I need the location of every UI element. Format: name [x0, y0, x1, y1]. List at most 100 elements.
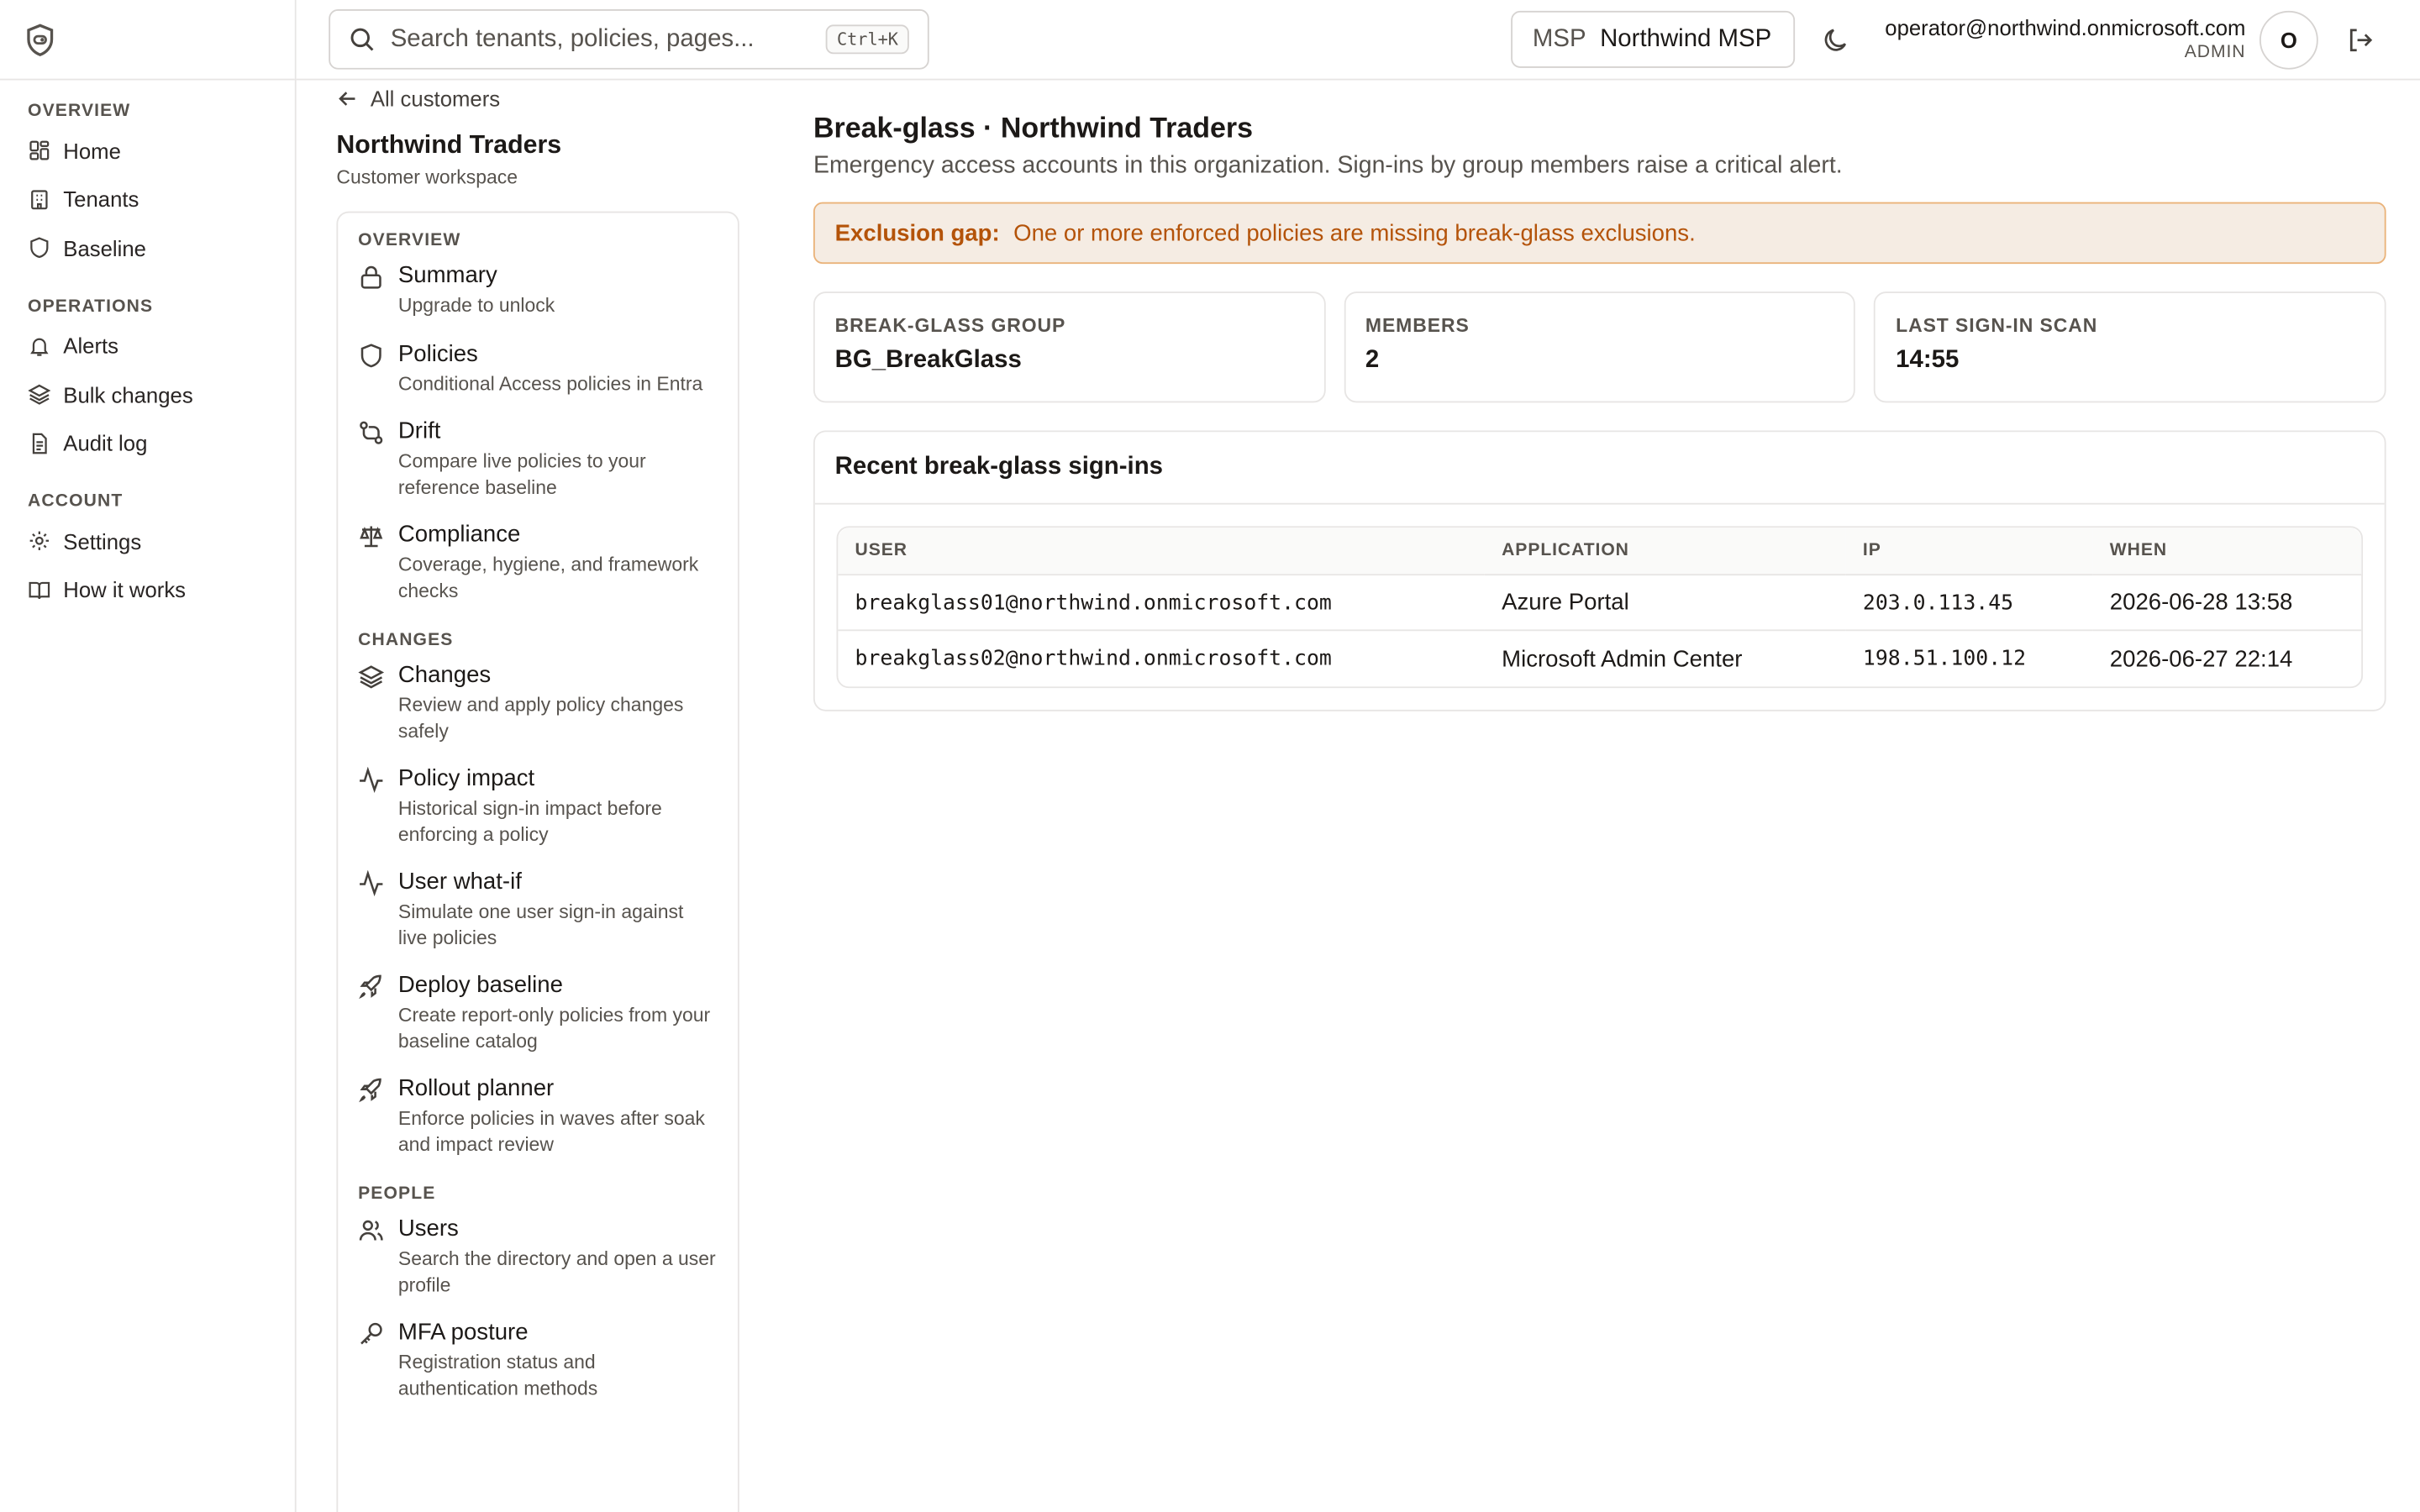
- subnav-item-changes[interactable]: Changes Review and apply policy changes …: [338, 662, 738, 743]
- stat-label: LAST SIGN-IN SCAN: [1896, 314, 2098, 337]
- sidebar-item-bulk-changes[interactable]: Bulk changes: [15, 370, 279, 419]
- sidebar-item-settings[interactable]: Settings: [15, 517, 279, 565]
- msp-name: Northwind MSP: [1600, 25, 1772, 52]
- sidebar-section-title: OVERVIEW: [28, 102, 131, 121]
- search-box[interactable]: Ctrl+K: [329, 9, 929, 70]
- back-label: All customers: [370, 86, 501, 112]
- moon-icon[interactable]: [1821, 24, 1852, 55]
- subnav-item-desc: Simulate one user sign-in against live p…: [397, 900, 684, 948]
- sidebar-item-label: Bulk changes: [63, 382, 193, 407]
- msp-label: MSP: [1532, 25, 1586, 52]
- sidebar-item-label: Baseline: [63, 235, 146, 260]
- stat-label: BREAK-GLASS GROUP: [834, 314, 1066, 337]
- shield-icon: [360, 343, 381, 367]
- subnav-item-title: Policies: [397, 339, 478, 367]
- sidebar-item-label: Home: [63, 138, 121, 164]
- subnav-item-drift[interactable]: Drift Compare live policies to your refe…: [338, 418, 738, 500]
- subnav-item-summary[interactable]: Summary Upgrade to unlock: [338, 262, 738, 318]
- cell-when: 2026-06-27 22:14: [2109, 645, 2293, 672]
- table-header-row: USER APPLICATION IP WHEN: [838, 528, 2362, 576]
- subnav-section-title: OVERVIEW: [358, 231, 461, 250]
- stat-card-last-scan: LAST SIGN-IN SCAN 14:55: [1874, 291, 2386, 403]
- search-shortcut-hint: Ctrl+K: [826, 24, 909, 55]
- back-to-customers-link[interactable]: All customers: [336, 87, 500, 111]
- stat-value: 14:55: [1896, 347, 1960, 374]
- subnav-item-desc: Registration status and authentication m…: [397, 1351, 598, 1399]
- subnav-item-desc: Conditional Access policies in Entra: [397, 372, 703, 395]
- sidebar-item-home[interactable]: Home: [15, 127, 279, 176]
- signins-table: USER APPLICATION IP WHEN breakglass01@no…: [836, 526, 2364, 689]
- customer-subnav: OVERVIEW Summary Upgrade to unlock Polic…: [336, 211, 739, 1512]
- sidebar-item-alerts[interactable]: Alerts: [15, 322, 279, 370]
- sidebar-item-baseline[interactable]: Baseline: [15, 223, 279, 272]
- subnav-item-compliance[interactable]: Compliance Coverage, hygiene, and framew…: [338, 522, 738, 603]
- logo-row: [0, 0, 295, 81]
- subnav-item-rollout-planner[interactable]: Rollout planner Enforce policies in wave…: [338, 1075, 738, 1157]
- building-icon: [31, 189, 48, 209]
- avatar[interactable]: O: [2259, 10, 2318, 70]
- layers-icon: [28, 385, 51, 406]
- column-header-ip[interactable]: IP: [1845, 528, 2093, 576]
- cell-when: 2026-06-28 13:58: [2092, 575, 2362, 632]
- sidebar-item-audit-log[interactable]: Audit log: [15, 419, 279, 468]
- subnav-item-title: User what-if: [397, 869, 522, 895]
- cell-ip: 203.0.113.45: [1845, 575, 2093, 632]
- sidebar-section-title: ACCOUNT: [28, 491, 124, 511]
- sidebar-item-label: Alerts: [63, 333, 119, 359]
- cell-user: breakglass02@northwind.onmicrosoft.com: [855, 646, 1332, 671]
- subnav-item-users[interactable]: Users Search the directory and open a us…: [338, 1215, 738, 1297]
- sidebar-item-label: Audit log: [63, 430, 148, 456]
- subnav-item-desc: Coverage, hygiene, and framework checks: [397, 554, 699, 601]
- topbar: Ctrl+K MSP Northwind MSP operator@northw…: [296, 0, 2420, 81]
- user-info: operator@northwind.onmicrosoft.com ADMIN: [1885, 15, 2245, 61]
- subnav-item-desc: Search the directory and open a user pro…: [397, 1247, 716, 1295]
- file-icon: [32, 433, 47, 454]
- key-icon: [360, 1322, 382, 1345]
- sidebar: OVERVIEW Home Tenants Baseline OPERATION…: [0, 0, 297, 1512]
- sidebar-item-tenants[interactable]: Tenants: [15, 175, 279, 223]
- table-row[interactable]: breakglass02@northwind.onmicrosoft.com M…: [838, 631, 2361, 686]
- subnav-item-policies[interactable]: Policies Conditional Access policies in …: [338, 340, 738, 396]
- page-title: Break-glass · Northwind Traders: [813, 111, 1254, 144]
- customer-subtitle: Customer workspace: [336, 166, 518, 189]
- logout-icon[interactable]: [2344, 24, 2375, 55]
- subnav-item-deploy-baseline[interactable]: Deploy baseline Create report-only polic…: [338, 972, 738, 1053]
- stats-row: BREAK-GLASS GROUP BG_BreakGlass MEMBERS …: [813, 291, 2386, 403]
- main-content: Break-glass · Northwind Traders Emergenc…: [813, 111, 2386, 711]
- sidebar-section-operations: OPERATIONS Alerts Bulk changes Audit log: [0, 297, 295, 468]
- sidebar-section-title: OPERATIONS: [28, 297, 154, 316]
- subnav-item-title: MFA posture: [397, 1319, 529, 1346]
- rocket-icon: [359, 974, 381, 1000]
- search-input[interactable]: [390, 25, 811, 54]
- activity-icon: [360, 766, 383, 794]
- user-role: ADMIN: [2184, 43, 2246, 62]
- sidebar-section-overview: OVERVIEW Home Tenants Baseline: [0, 102, 295, 272]
- stat-value: 2: [1365, 347, 1380, 374]
- msp-selector[interactable]: MSP Northwind MSP: [1511, 10, 1796, 68]
- subnav-item-user-what-if[interactable]: User what-if Simulate one user sign-in a…: [338, 869, 738, 950]
- subnav-item-title: Changes: [397, 661, 492, 689]
- subnav-item-title: Deploy baseline: [397, 972, 563, 999]
- column-header-when[interactable]: WHEN: [2092, 528, 2362, 576]
- subnav-item-desc: Compare live policies to your reference …: [397, 450, 646, 498]
- column-header-user[interactable]: USER: [838, 528, 1485, 576]
- subnav-item-desc: Upgrade to unlock: [397, 294, 555, 317]
- subnav-item-title: Compliance: [397, 521, 521, 549]
- activity-icon: [360, 869, 383, 897]
- subnav-item-policy-impact[interactable]: Policy impact Historical sign-in impact …: [338, 765, 738, 847]
- subnav-item-title: Users: [397, 1215, 459, 1242]
- signins-card-title: Recent break-glass sign-ins: [814, 432, 2385, 505]
- grid-icon: [29, 141, 50, 160]
- table-row[interactable]: breakglass01@northwind.onmicrosoft.com A…: [838, 575, 2362, 632]
- stat-card-members: MEMBERS 2: [1344, 291, 1856, 403]
- sidebar-item-label: Tenants: [63, 186, 139, 213]
- shield-logo-icon[interactable]: [24, 23, 55, 56]
- gear-icon: [29, 532, 50, 551]
- column-header-application[interactable]: APPLICATION: [1484, 528, 1846, 576]
- subnav-item-mfa-posture[interactable]: MFA posture Registration status and auth…: [338, 1319, 738, 1400]
- rocket-icon: [359, 1078, 381, 1103]
- alert-text: One or more enforced policies are missin…: [1013, 219, 1696, 246]
- sidebar-item-label: How it works: [63, 577, 187, 602]
- subnav-item-desc: Enforce policies in waves after soak and…: [397, 1107, 705, 1155]
- sidebar-item-how-it-works[interactable]: How it works: [15, 565, 279, 614]
